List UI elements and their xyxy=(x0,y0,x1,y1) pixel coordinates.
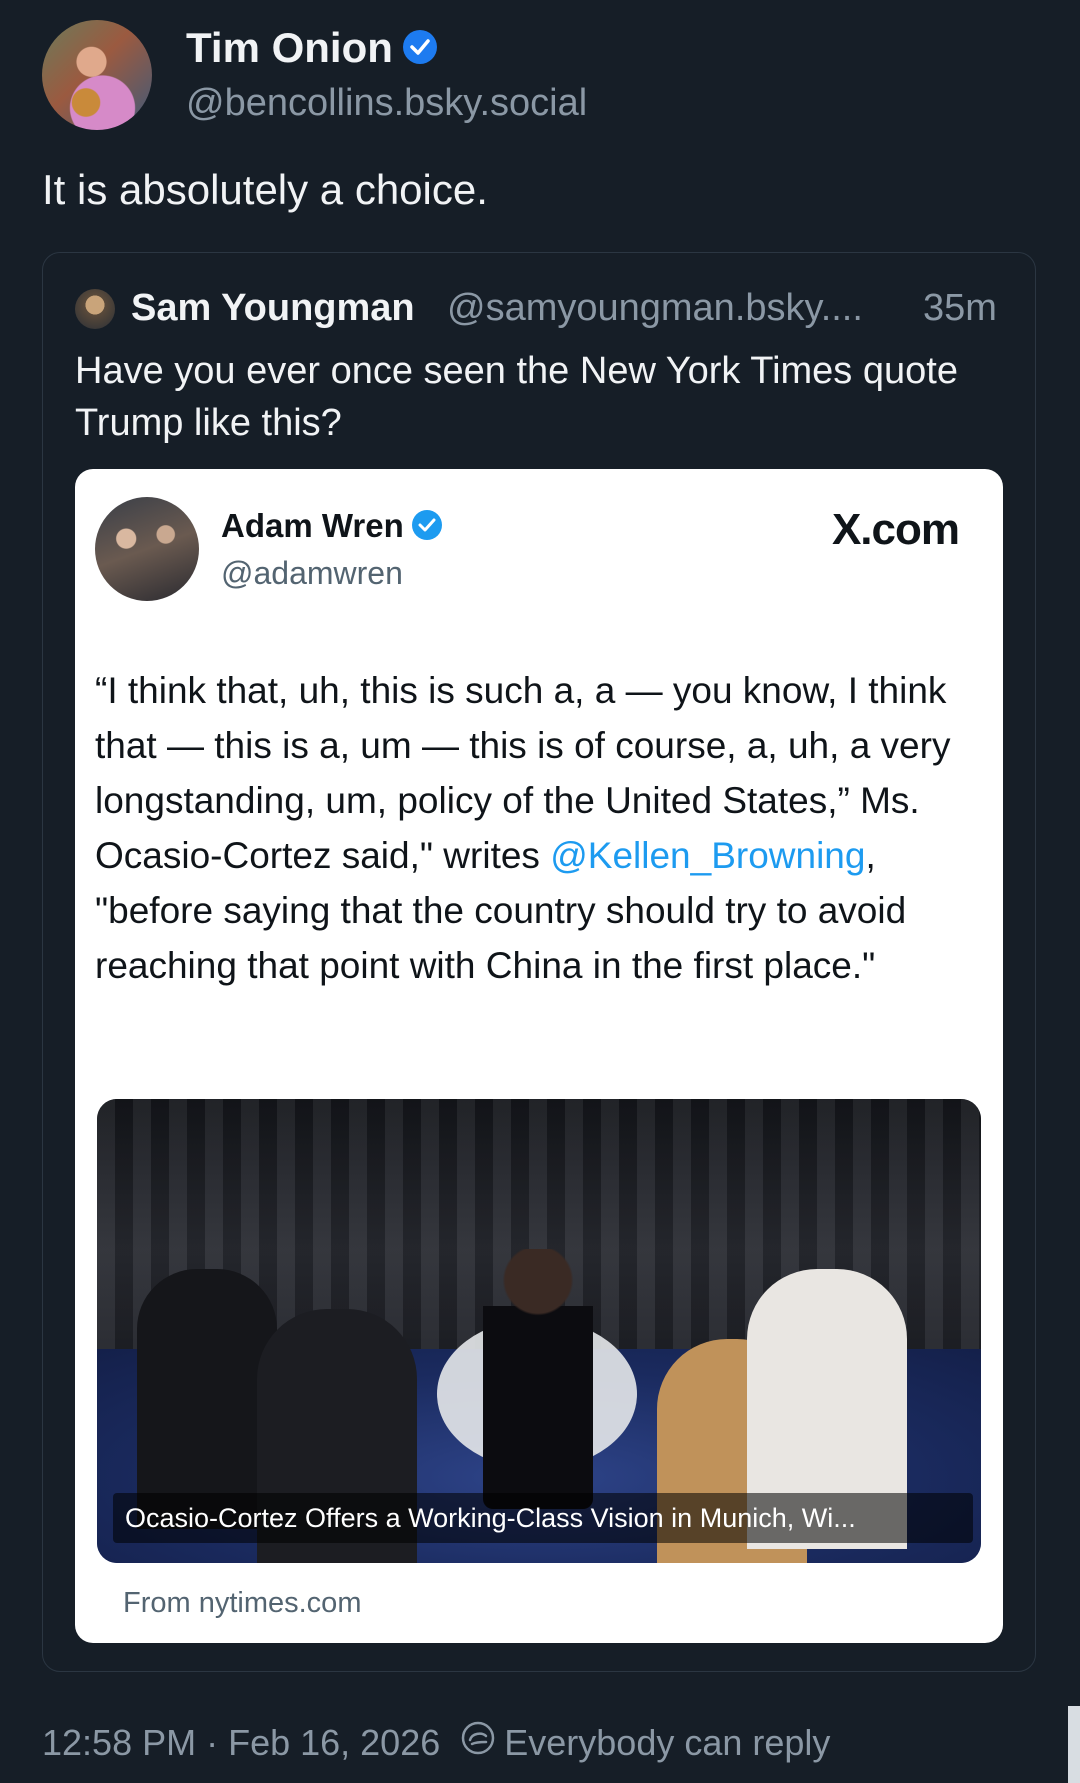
embed-author-handle: @adamwren xyxy=(221,555,403,591)
author-name[interactable]: Tim Onion xyxy=(186,24,393,71)
post-timestamp: 12:58 PM · Feb 16, 2026 xyxy=(42,1722,441,1763)
quoted-author-avatar[interactable] xyxy=(75,289,115,329)
post-header: Tim Onion @bencollins.bsky.social xyxy=(42,18,1042,130)
quoted-post[interactable]: Sam Youngman @samyoungman.bsky.... 35m H… xyxy=(42,252,1036,1672)
link-card-source: From nytimes.com xyxy=(123,1587,362,1619)
quoted-post-text: Have you ever once seen the New York Tim… xyxy=(75,350,958,444)
author-avatar[interactable] xyxy=(42,20,152,130)
verified-badge-icon xyxy=(402,29,437,64)
embedded-screenshot[interactable]: Adam Wren @adamwren X.com “I think that,… xyxy=(75,469,1003,1643)
embed-site-label: X.com xyxy=(831,505,960,554)
embed-text: “I think that, uh, this is such a, a — y… xyxy=(95,663,985,993)
embed-mention: @Kellen_Browning xyxy=(550,835,866,876)
link-card-image: Ocasio-Cortez Offers a Working-Class Vis… xyxy=(97,1099,981,1563)
panelist-figure xyxy=(137,1269,277,1529)
link-card-title: Ocasio-Cortez Offers a Working-Class Vis… xyxy=(113,1493,973,1543)
post-footer: 12:58 PM · Feb 16, 2026 Everybody can rep… xyxy=(42,1720,830,1768)
quoted-author-handle[interactable]: @samyoungman.bsky.... xyxy=(447,287,863,330)
author-handle[interactable]: @bencollins.bsky.social xyxy=(186,82,587,125)
speaker-figure xyxy=(483,1249,593,1509)
post-text: It is absolutely a choice. xyxy=(42,166,488,213)
author-name-row[interactable]: Tim Onion xyxy=(186,24,437,72)
scrollbar[interactable] xyxy=(1068,1706,1080,1783)
embed-author-name-row: Adam Wren xyxy=(221,507,442,545)
verified-badge-icon xyxy=(411,510,442,541)
reply-setting-label[interactable]: Everybody can reply xyxy=(504,1722,830,1763)
quoted-post-time: 35m xyxy=(923,287,997,329)
embed-author-avatar xyxy=(95,497,199,601)
reply-settings-icon[interactable] xyxy=(460,1720,496,1765)
embed-author-name: Adam Wren xyxy=(221,507,404,544)
quoted-author-name[interactable]: Sam Youngman xyxy=(131,287,415,330)
